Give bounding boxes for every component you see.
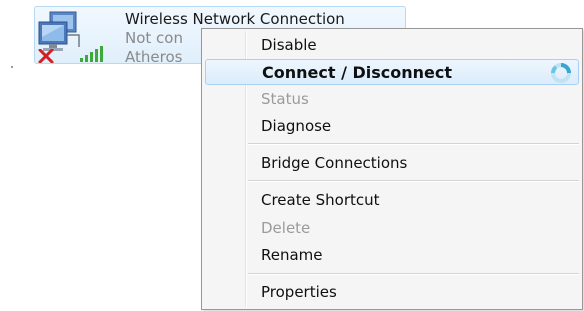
- stray-dot: [11, 66, 13, 68]
- menu-item-label: Disable: [261, 36, 317, 54]
- menu-item-label: Diagnose: [261, 117, 332, 135]
- menu-item-create-shortcut[interactable]: Create Shortcut: [205, 187, 579, 213]
- menu-separator: [248, 273, 579, 275]
- menu-item-connect-disconnect[interactable]: Connect / Disconnect: [205, 59, 579, 85]
- menu-item-diagnose[interactable]: Diagnose: [205, 113, 579, 139]
- menu-item-label: Delete: [261, 219, 311, 237]
- busy-spinner-icon: [551, 63, 571, 83]
- menu-item-label: Rename: [261, 246, 323, 264]
- menu-item-label: Connect / Disconnect: [262, 63, 453, 82]
- connection-name: Wireless Network Connection: [125, 10, 345, 28]
- red-x-icon: [38, 49, 54, 63]
- menu-item-bridge-connections[interactable]: Bridge Connections: [205, 150, 579, 176]
- menu-item-disable[interactable]: Disable: [205, 32, 579, 58]
- menu-item-properties[interactable]: Properties: [205, 279, 579, 305]
- menu-item-delete: Delete: [205, 215, 579, 241]
- context-menu: Disable Connect / Disconnect Status Diag…: [201, 28, 583, 310]
- menu-separator: [248, 143, 579, 145]
- menu-item-label: Status: [261, 90, 309, 108]
- menu-separator: [248, 180, 579, 182]
- menu-item-label: Properties: [261, 283, 337, 301]
- menu-item-label: Bridge Connections: [261, 154, 408, 172]
- menu-item-label: Create Shortcut: [261, 191, 380, 209]
- menu-item-status: Status: [205, 86, 579, 112]
- signal-strength-icon: [80, 46, 103, 62]
- menu-item-rename[interactable]: Rename: [205, 242, 579, 268]
